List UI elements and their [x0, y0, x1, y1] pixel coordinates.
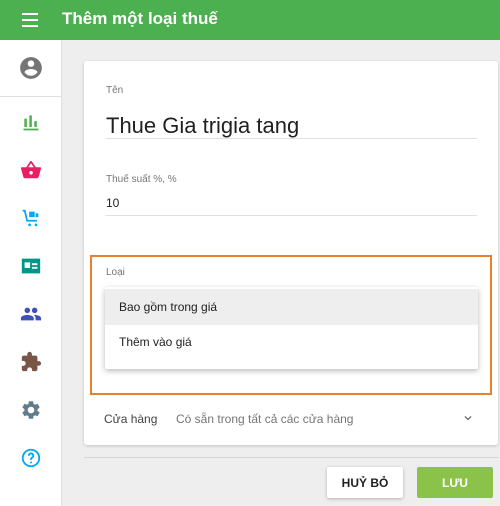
name-field[interactable]: Thue Gia trigia tang [106, 113, 299, 139]
puzzle-icon[interactable] [0, 338, 62, 386]
help-icon[interactable] [0, 434, 62, 482]
sidebar [0, 40, 62, 506]
rate-label: Thuế suất %, % [106, 174, 177, 185]
store-label: Cửa hàng [104, 412, 158, 426]
type-option-added[interactable]: Thêm vào giá [105, 324, 478, 360]
page-title: Thêm một loại thuế [62, 9, 218, 28]
type-option-included[interactable]: Bao gồm trong giá [105, 289, 478, 325]
chevron-down-icon[interactable] [461, 411, 475, 425]
cart-icon[interactable] [0, 194, 62, 242]
name-label: Tên [106, 85, 124, 96]
rate-field[interactable]: 10 [106, 196, 119, 210]
save-button[interactable]: LƯU [417, 467, 493, 498]
gear-icon[interactable] [0, 386, 62, 434]
type-dropdown-menu: Bao gồm trong giá Thêm vào giá [105, 287, 478, 369]
sidebar-divider [0, 96, 62, 97]
rate-underline [106, 215, 477, 216]
account-circle-icon[interactable] [0, 44, 62, 92]
store-select[interactable]: Có sẵn trong tất cả các cửa hàng [176, 412, 353, 426]
people-icon[interactable] [0, 290, 62, 338]
app-header: Thêm một loại thuế [0, 0, 500, 40]
footer-divider [84, 457, 498, 458]
menu-icon[interactable] [20, 11, 40, 29]
bar-chart-icon[interactable] [0, 98, 62, 146]
name-underline [106, 138, 477, 139]
cancel-button[interactable]: HUỶ BỎ [327, 467, 403, 498]
id-card-icon[interactable] [0, 242, 62, 290]
basket-icon[interactable] [0, 146, 62, 194]
